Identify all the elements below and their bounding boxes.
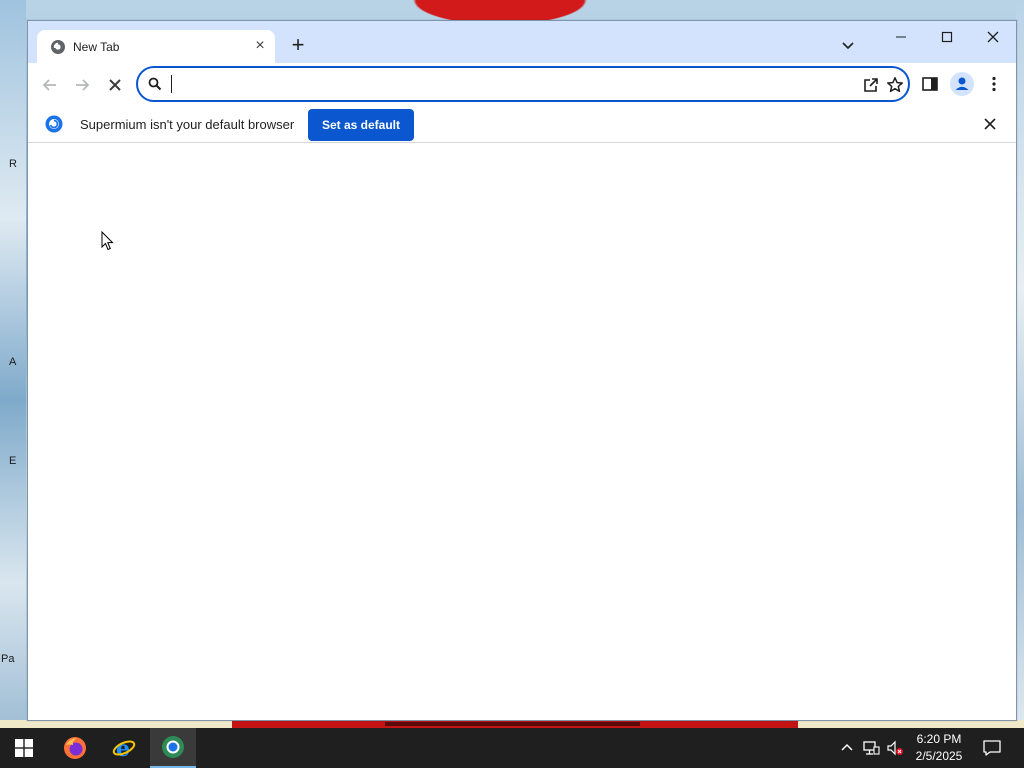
internet-explorer-icon: e <box>112 736 136 760</box>
system-clock[interactable]: 6:20 PM 2/5/2025 <box>906 731 972 765</box>
close-tab-icon[interactable]: × <box>252 38 268 54</box>
supermium-icon <box>45 115 63 133</box>
chevron-up-icon[interactable] <box>838 739 856 757</box>
toolbar <box>28 63 1016 105</box>
tab-title: New Tab <box>73 40 120 54</box>
kebab-menu-icon[interactable] <box>985 75 1003 93</box>
address-input[interactable] <box>170 74 850 94</box>
tab-new-tab[interactable]: New Tab × <box>37 30 275 63</box>
clock-time: 6:20 PM <box>916 732 962 746</box>
start-button[interactable] <box>0 728 48 768</box>
taskbar-app-supermium[interactable] <box>150 728 196 768</box>
close-icon <box>987 31 999 43</box>
maximize-button[interactable] <box>932 25 962 49</box>
desktop-icon-label[interactable]: A <box>9 356 16 368</box>
tab-strip: New Tab × + <box>28 21 1016 63</box>
forward-arrow-icon[interactable] <box>72 75 92 95</box>
new-tab-button[interactable]: + <box>286 34 310 58</box>
taskbar-app-firefox[interactable] <box>52 728 98 768</box>
minimize-icon <box>896 36 906 38</box>
volume-muted-icon[interactable] <box>886 739 904 757</box>
clock-date: 2/5/2025 <box>915 749 963 763</box>
supermium-icon <box>51 40 65 54</box>
browser-window: New Tab × + Supermium isn't your default… <box>27 20 1017 721</box>
profile-icon <box>955 77 969 90</box>
default-browser-infobar: Supermium isn't your default browser Set… <box>28 105 1016 143</box>
desktop-wallpaper-right <box>1016 0 1024 728</box>
firefox-icon <box>64 737 86 759</box>
search-icon <box>148 77 162 91</box>
svg-text:e: e <box>116 736 130 760</box>
minimize-button[interactable] <box>886 25 916 49</box>
wallpaper-strip <box>385 722 640 726</box>
desktop-icon-label[interactable]: R <box>9 158 17 170</box>
close-window-button[interactable] <box>978 25 1008 49</box>
windows-start-icon <box>15 739 33 757</box>
desktop-icon-label[interactable]: Pa <box>1 653 14 665</box>
infobar-message: Supermium isn't your default browser <box>80 117 295 132</box>
set-as-default-button[interactable]: Set as default <box>308 109 414 141</box>
page-content[interactable] <box>28 144 1016 720</box>
close-icon[interactable] <box>982 116 998 132</box>
action-center-icon[interactable] <box>982 738 1002 758</box>
text-caret <box>171 75 172 93</box>
chevron-down-icon[interactable] <box>840 37 856 53</box>
side-panel-icon[interactable] <box>921 75 939 93</box>
profile-button[interactable] <box>950 72 974 96</box>
stop-icon[interactable] <box>105 75 125 95</box>
address-bar[interactable] <box>136 66 910 102</box>
star-icon[interactable] <box>886 76 904 94</box>
supermium-icon <box>162 736 184 758</box>
taskbar-app-internet-explorer[interactable]: e <box>101 728 147 768</box>
taskbar: e 6:20 PM 2/5/2025 <box>0 728 1024 768</box>
desktop-icon-label[interactable]: E <box>9 455 16 467</box>
mouse-cursor-icon <box>101 231 114 251</box>
share-icon[interactable] <box>862 76 880 94</box>
maximize-icon <box>941 31 953 43</box>
back-arrow-icon[interactable] <box>40 75 60 95</box>
network-icon[interactable] <box>862 739 880 757</box>
